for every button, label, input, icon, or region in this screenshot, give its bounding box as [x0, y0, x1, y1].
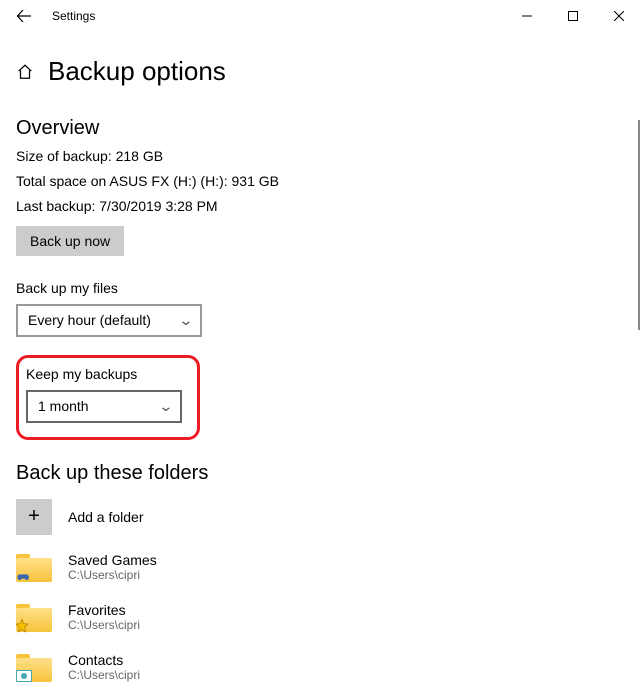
- total-space-line: Total space on ASUS FX (H:) (H:): 931 GB: [16, 169, 626, 194]
- last-backup-line: Last backup: 7/30/2019 3:28 PM: [16, 194, 626, 219]
- folder-path: C:\Users\cipri: [68, 568, 157, 582]
- chevron-down-icon: ⌄: [179, 312, 194, 329]
- keep-backups-highlight: Keep my backups 1 month ⌄: [16, 355, 200, 440]
- folder-icon: [16, 652, 52, 682]
- contact-card-icon: [16, 670, 32, 682]
- folder-path: C:\Users\cipri: [68, 618, 140, 632]
- page-title: Backup options: [48, 56, 226, 87]
- content-area: Overview Size of backup: 218 GB Total sp…: [0, 117, 642, 689]
- minimize-icon: [522, 11, 532, 21]
- scrollbar-thumb[interactable]: [638, 120, 640, 330]
- arrow-left-icon: [16, 8, 32, 24]
- folder-item-contacts[interactable]: Contacts C:\Users\cipri: [16, 645, 626, 689]
- star-icon: [14, 618, 30, 634]
- close-icon: [614, 11, 624, 21]
- chevron-down-icon: ⌄: [159, 398, 174, 415]
- titlebar: Settings: [0, 0, 642, 32]
- home-icon[interactable]: [16, 63, 34, 81]
- backup-now-button[interactable]: Back up now: [16, 226, 124, 256]
- maximize-button[interactable]: [550, 0, 596, 32]
- gamepad-icon: [14, 568, 31, 585]
- window-controls: [504, 0, 642, 32]
- maximize-icon: [568, 11, 578, 21]
- window-title: Settings: [44, 9, 95, 23]
- back-button[interactable]: [4, 0, 44, 32]
- page-heading-row: Backup options: [0, 32, 642, 105]
- backup-frequency-dropdown[interactable]: Every hour (default) ⌄: [16, 304, 202, 337]
- folder-name: Contacts: [68, 652, 140, 668]
- keep-backups-value: 1 month: [38, 398, 89, 414]
- keep-backups-label: Keep my backups: [26, 366, 187, 382]
- folders-heading: Back up these folders: [16, 462, 626, 485]
- backup-frequency-label: Back up my files: [16, 280, 626, 296]
- plus-icon: +: [16, 499, 52, 535]
- keep-backups-dropdown[interactable]: 1 month ⌄: [26, 390, 182, 423]
- minimize-button[interactable]: [504, 0, 550, 32]
- add-folder-button[interactable]: + Add a folder: [16, 495, 626, 539]
- folder-icon: [16, 552, 52, 582]
- folder-icon: [16, 602, 52, 632]
- overview-heading: Overview: [16, 117, 626, 140]
- folder-path: C:\Users\cipri: [68, 668, 140, 682]
- backup-frequency-value: Every hour (default): [28, 312, 151, 328]
- folder-item-favorites[interactable]: Favorites C:\Users\cipri: [16, 595, 626, 639]
- add-folder-label: Add a folder: [68, 509, 144, 525]
- folder-item-saved-games[interactable]: Saved Games C:\Users\cipri: [16, 545, 626, 589]
- folder-name: Saved Games: [68, 552, 157, 568]
- backup-size-line: Size of backup: 218 GB: [16, 144, 626, 169]
- close-button[interactable]: [596, 0, 642, 32]
- folder-name: Favorites: [68, 602, 140, 618]
